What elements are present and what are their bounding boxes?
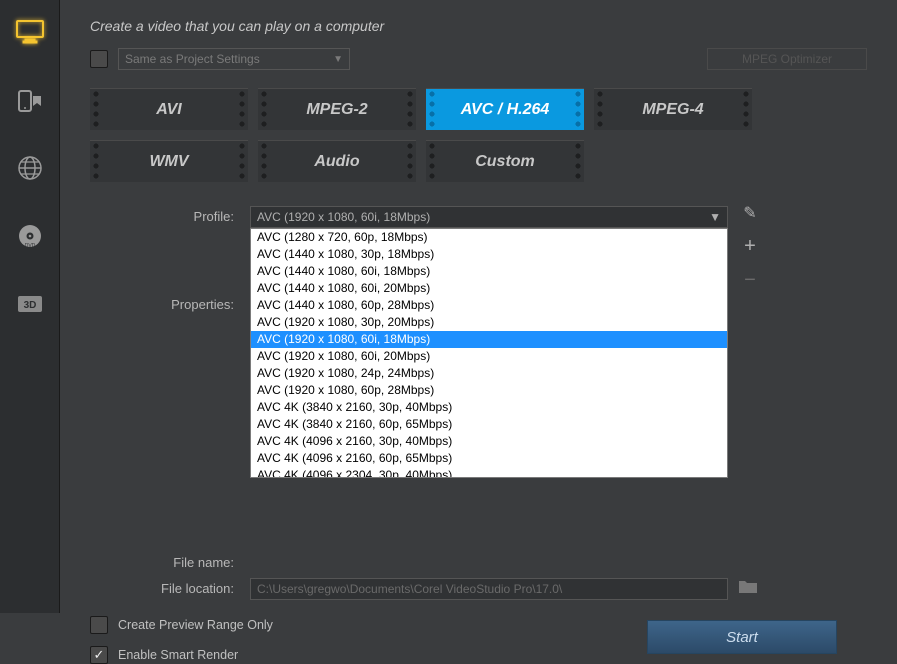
format-avi[interactable]: AVI <box>90 88 248 130</box>
filelocation-label: File location: <box>90 578 250 596</box>
profile-option[interactable]: AVC (1920 x 1080, 60p, 28Mbps) <box>251 382 727 399</box>
profile-option[interactable]: AVC 4K (4096 x 2304, 30p, 40Mbps) <box>251 467 727 478</box>
sidebar-disc[interactable]: DVD <box>10 216 50 256</box>
project-settings-label: Same as Project Settings <box>125 52 260 66</box>
same-as-project-checkbox[interactable] <box>90 50 108 68</box>
chevron-down-icon: ▼ <box>709 210 721 224</box>
sidebar-computer[interactable] <box>10 12 50 52</box>
svg-text:DVD: DVD <box>24 243 35 249</box>
add-profile-icon[interactable]: + <box>744 236 756 256</box>
profile-option[interactable]: AVC 4K (4096 x 2160, 30p, 40Mbps) <box>251 433 727 450</box>
properties-label: Properties: <box>90 294 250 312</box>
format-mpeg4[interactable]: MPEG-4 <box>594 88 752 130</box>
profile-dropdown[interactable]: AVC (1280 x 720, 60p, 18Mbps) AVC (1440 … <box>250 228 728 478</box>
format-custom[interactable]: Custom <box>426 140 584 182</box>
project-settings-select: Same as Project Settings ▼ <box>118 48 350 70</box>
smart-render-label: Enable Smart Render <box>118 648 238 662</box>
format-grid: AVI MPEG-2 AVC / H.264 MPEG-4 WMV Audio … <box>90 88 770 182</box>
filename-label: File name: <box>90 552 250 570</box>
page-heading: Create a video that you can play on a co… <box>90 18 867 34</box>
sidebar-device[interactable] <box>10 80 50 120</box>
mpeg-optimizer-button: MPEG Optimizer <box>707 48 867 70</box>
profile-option[interactable]: AVC (1440 x 1080, 60p, 28Mbps) <box>251 297 727 314</box>
sidebar-3d[interactable]: 3D <box>10 284 50 324</box>
chevron-down-icon: ▼ <box>333 54 343 65</box>
profile-select[interactable]: AVC (1920 x 1080, 60i, 18Mbps) ▼ <box>250 206 728 228</box>
profile-label: Profile: <box>90 206 250 224</box>
start-button[interactable]: Start <box>647 620 837 654</box>
format-audio[interactable]: Audio <box>258 140 416 182</box>
remove-profile-icon[interactable]: − <box>744 270 756 290</box>
file-location-value: C:\Users\gregwo\Documents\Corel VideoStu… <box>257 582 562 596</box>
profile-option[interactable]: AVC 4K (3840 x 2160, 60p, 65Mbps) <box>251 416 727 433</box>
profile-option-selected[interactable]: AVC (1920 x 1080, 60i, 18Mbps) <box>251 331 727 348</box>
format-wmv[interactable]: WMV <box>90 140 248 182</box>
profile-option[interactable]: AVC (1440 x 1080, 60i, 20Mbps) <box>251 280 727 297</box>
browse-folder-icon[interactable] <box>738 578 758 599</box>
profile-option[interactable]: AVC (1920 x 1080, 24p, 24Mbps) <box>251 365 727 382</box>
preview-range-checkbox[interactable] <box>90 616 108 634</box>
profile-selected-value: AVC (1920 x 1080, 60i, 18Mbps) <box>257 210 430 224</box>
profile-option[interactable]: AVC (1440 x 1080, 60i, 18Mbps) <box>251 263 727 280</box>
smart-render-checkbox[interactable]: ✓ <box>90 646 108 664</box>
profile-option[interactable]: AVC 4K (3840 x 2160, 30p, 40Mbps) <box>251 399 727 416</box>
profile-option[interactable]: AVC (1280 x 720, 60p, 18Mbps) <box>251 229 727 246</box>
format-mpeg2[interactable]: MPEG-2 <box>258 88 416 130</box>
profile-option[interactable]: AVC (1920 x 1080, 60i, 20Mbps) <box>251 348 727 365</box>
profile-option[interactable]: AVC 4K (4096 x 2160, 60p, 65Mbps) <box>251 450 727 467</box>
profile-option[interactable]: AVC (1920 x 1080, 30p, 20Mbps) <box>251 314 727 331</box>
format-avc[interactable]: AVC / H.264 <box>426 88 584 130</box>
file-location-input[interactable]: C:\Users\gregwo\Documents\Corel VideoStu… <box>250 578 728 600</box>
sidebar-web[interactable] <box>10 148 50 188</box>
edit-profile-icon[interactable]: ✎ <box>743 206 756 222</box>
preview-range-label: Create Preview Range Only <box>118 618 273 632</box>
svg-text:3D: 3D <box>23 300 36 311</box>
profile-option[interactable]: AVC (1440 x 1080, 30p, 18Mbps) <box>251 246 727 263</box>
